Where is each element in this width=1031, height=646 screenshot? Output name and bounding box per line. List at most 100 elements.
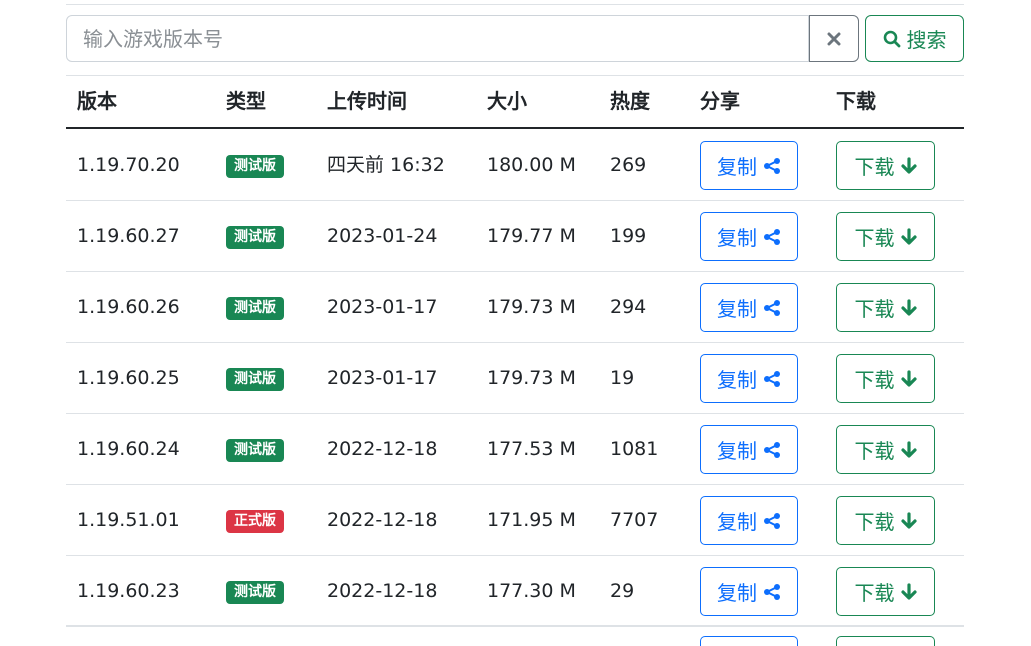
share-icon (763, 157, 781, 175)
size-cell: 177.30 M (487, 580, 576, 602)
copy-share-button[interactable]: 复制 (700, 425, 798, 474)
table-row: 1.19.51.01 正式版 2022-12-18 171.95 M 7707 … (66, 485, 964, 556)
download-button[interactable]: 下载 (836, 283, 935, 332)
divider (66, 625, 964, 626)
heat-cell: 294 (610, 296, 647, 318)
upload-time-cell: 四天前 16:32 (327, 154, 445, 176)
heat-cell: 19 (610, 367, 635, 389)
download-button-label: 下载 (854, 510, 895, 534)
download-button[interactable]: 下载 (836, 141, 935, 190)
column-header-share: 分享 (700, 89, 740, 113)
search-button[interactable]: 搜索 (865, 15, 964, 62)
search-input[interactable] (66, 15, 809, 62)
type-badge: 测试版 (226, 581, 284, 604)
download-button-label: 下载 (854, 155, 895, 179)
copy-button-label: 复制 (717, 581, 757, 605)
clear-search-button[interactable] (809, 15, 859, 62)
upload-time-cell: 2022-12-18 (327, 509, 438, 531)
heat-cell: 29 (610, 580, 635, 602)
download-button[interactable]: 下载 (836, 496, 935, 545)
copy-share-button[interactable]: 复制 (700, 212, 798, 261)
type-badge: 测试版 (226, 297, 284, 320)
column-header-version: 版本 (77, 89, 117, 113)
download-button-label: 下载 (854, 581, 895, 605)
table-header-underline (66, 127, 964, 129)
version-cell: 1.19.60.23 (77, 580, 180, 602)
copy-button-label: 复制 (717, 368, 757, 392)
table-row: 1.19.60.25 测试版 2023-01-17 179.73 M 19 复制… (66, 343, 964, 414)
copy-share-button[interactable]: 复制 (700, 283, 798, 332)
row-divider (66, 626, 964, 627)
table-header: 版本 类型 上传时间 大小 热度 分享 下载 (66, 75, 964, 127)
copy-share-button[interactable]: 复制 (700, 496, 798, 545)
share-icon (763, 228, 781, 246)
version-cell: 1.19.60.26 (77, 296, 180, 318)
search-icon (883, 30, 901, 48)
arrow-down-icon (900, 369, 917, 388)
heat-cell: 7707 (610, 509, 659, 531)
size-cell: 179.73 M (487, 296, 576, 318)
arrow-down-icon (900, 582, 917, 601)
version-cell: 1.19.60.24 (77, 438, 180, 460)
search-bar: 搜索 (66, 15, 964, 64)
share-icon (763, 441, 781, 459)
size-cell: 171.95 M (487, 509, 576, 531)
table-row: 1.19.60.24 测试版 2022-12-18 177.53 M 1081 … (66, 414, 964, 485)
upload-time-cell: 2023-01-17 (327, 367, 438, 389)
column-header-type: 类型 (226, 89, 266, 113)
search-button-label: 搜索 (906, 28, 947, 52)
download-button[interactable]: 下载 (836, 354, 935, 403)
column-header-size: 大小 (487, 89, 527, 113)
arrow-down-icon (900, 298, 917, 317)
arrow-down-icon (900, 227, 917, 246)
upload-time-cell: 2023-01-17 (327, 296, 438, 318)
heat-cell: 199 (610, 225, 647, 247)
upload-time-cell: 2023-01-24 (327, 225, 438, 247)
type-badge: 测试版 (226, 155, 284, 178)
copy-share-button[interactable]: 复制 (700, 141, 798, 190)
copy-button-label: 复制 (717, 155, 757, 179)
type-badge: 测试版 (226, 226, 284, 249)
times-icon (827, 32, 841, 46)
column-header-heat: 热度 (610, 89, 650, 113)
size-cell: 179.73 M (487, 367, 576, 389)
size-cell: 180.00 M (487, 154, 576, 176)
upload-time-cell: 2022-12-18 (327, 438, 438, 460)
download-button[interactable]: 下载 (836, 567, 935, 616)
column-header-download: 下载 (836, 89, 876, 113)
table-row: 1.19.60.26 测试版 2023-01-17 179.73 M 294 复… (66, 272, 964, 343)
share-icon (763, 512, 781, 530)
arrow-down-icon (900, 511, 917, 530)
heat-cell: 269 (610, 154, 647, 176)
table-row: 1.19.60.23 测试版 2022-12-18 177.30 M 29 复制… (66, 556, 964, 627)
copy-button-partial[interactable] (700, 636, 798, 646)
copy-button-label: 复制 (717, 297, 757, 321)
arrow-down-icon (900, 440, 917, 459)
upload-time-cell: 2022-12-18 (327, 580, 438, 602)
column-header-upload-time: 上传时间 (327, 89, 407, 113)
copy-share-button[interactable]: 复制 (700, 567, 798, 616)
size-cell: 179.77 M (487, 225, 576, 247)
version-cell: 1.19.70.20 (77, 154, 180, 176)
table-row: 1.19.60.27 测试版 2023-01-24 179.77 M 199 复… (66, 201, 964, 272)
type-badge: 测试版 (226, 439, 284, 462)
copy-share-button[interactable]: 复制 (700, 354, 798, 403)
size-cell: 177.53 M (487, 438, 576, 460)
copy-button-label: 复制 (717, 510, 757, 534)
share-icon (763, 370, 781, 388)
type-badge: 测试版 (226, 368, 284, 391)
download-button[interactable]: 下载 (836, 425, 935, 474)
heat-cell: 1081 (610, 438, 659, 460)
copy-button-label: 复制 (717, 439, 757, 463)
download-button-label: 下载 (854, 297, 895, 321)
share-icon (763, 583, 781, 601)
share-icon (763, 299, 781, 317)
download-button[interactable]: 下载 (836, 212, 935, 261)
copy-button-label: 复制 (717, 226, 757, 250)
table-row: 1.19.70.20 测试版 四天前 16:32 180.00 M 269 复制… (66, 130, 964, 201)
arrow-down-icon (900, 156, 917, 175)
version-cell: 1.19.60.25 (77, 367, 180, 389)
download-button-label: 下载 (854, 226, 895, 250)
download-button-partial[interactable] (836, 636, 935, 646)
download-button-label: 下载 (854, 368, 895, 392)
